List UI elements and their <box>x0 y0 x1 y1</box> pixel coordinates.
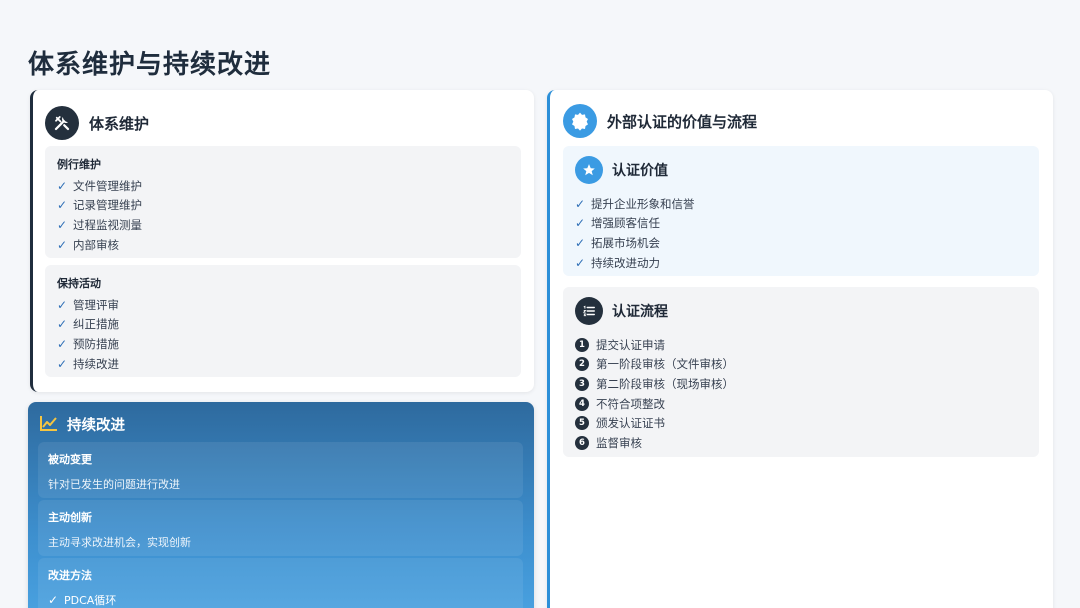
step-number: 5 <box>575 416 589 431</box>
badge-certificate-icon <box>563 104 597 138</box>
value-section: 认证价值 ✓ 提升企业形象和信誉 ✓ 增强顾客信任 ✓ 拓展市场机会 ✓ 持续改进动力 <box>563 146 1039 276</box>
process-step: 5 颁发认证证书 <box>575 413 1027 433</box>
certification-title: 外部认证的价值与流程 <box>607 112 758 131</box>
passive-block: 被动变更 针对已发生的问题进行改进 <box>38 442 523 498</box>
process-title: 认证流程 <box>612 304 668 320</box>
certification-header: 外部认证的价值与流程 <box>563 104 757 138</box>
process-step: 4 不符合项整改 <box>575 394 1027 414</box>
active-title: 主动创新 <box>48 511 92 524</box>
list-item: ✓ 纠正措施 <box>57 317 119 332</box>
step-number: 6 <box>575 435 589 450</box>
check-icon: ✓ <box>57 356 68 371</box>
maintenance-header: 体系维护 <box>45 106 149 140</box>
check-icon: ✓ <box>575 255 586 270</box>
process-step: 3 第二阶段审核（现场审核） <box>575 374 1027 394</box>
maintenance-title: 体系维护 <box>89 114 150 133</box>
check-icon: ✓ <box>57 217 68 232</box>
keeping-title: 保持活动 <box>57 277 101 290</box>
process-step: 1 提交认证申请 <box>575 335 1027 355</box>
step-number: 4 <box>575 396 589 411</box>
value-title: 认证价值 <box>612 163 668 179</box>
check-icon: ✓ <box>575 235 586 250</box>
process-section: 认证流程 1 提交认证申请 2 第一阶段审核（文件审核） 3 第二阶段审核（现场审核）… <box>563 287 1039 457</box>
improvement-card: 持续改进 被动变更 针对已发生的问题进行改进 主动创新 主动寻求改进机会，实现创… <box>28 402 534 608</box>
passive-title: 被动变更 <box>48 453 92 466</box>
list-item: ✓ 记录管理维护 <box>57 198 142 213</box>
active-block: 主动创新 主动寻求改进机会，实现创新 <box>38 500 523 556</box>
active-text: 主动寻求改进机会，实现创新 <box>48 536 191 549</box>
step-number: 2 <box>575 357 589 372</box>
list-ordered-icon <box>575 297 603 325</box>
page-title: 体系维护与持续改进 <box>28 50 272 80</box>
list-item: ✓ 管理评审 <box>57 297 119 312</box>
routine-section: 例行维护 ✓ 文件管理维护 ✓ 记录管理维护 ✓ 过程监视测量 ✓ 内部审核 <box>45 146 521 258</box>
list-item: ✓ 预防措施 <box>57 336 119 351</box>
improvement-title: 持续改进 <box>67 418 125 434</box>
list-item: ✓ PDCA循环 <box>48 593 117 607</box>
check-icon: ✓ <box>57 198 68 213</box>
list-item: ✓ 增强顾客信任 <box>575 216 660 231</box>
star-icon <box>575 156 603 184</box>
step-number: 1 <box>575 337 589 352</box>
check-icon: ✓ <box>57 317 68 332</box>
check-icon: ✓ <box>575 216 586 231</box>
check-icon: ✓ <box>575 196 586 211</box>
list-item: ✓ 持续改进动力 <box>575 255 660 270</box>
list-item: ✓ 过程监视测量 <box>57 217 142 232</box>
line-chart-icon <box>40 415 58 435</box>
check-icon: ✓ <box>48 593 59 607</box>
list-item: ✓ 持续改进 <box>57 356 119 371</box>
keeping-section: 保持活动 ✓ 管理评审 ✓ 纠正措施 ✓ 预防措施 ✓ 持续改进 <box>45 265 521 377</box>
step-number: 3 <box>575 376 589 391</box>
passive-text: 针对已发生的问题进行改进 <box>48 478 180 491</box>
process-step: 6 监督审核 <box>575 433 1027 453</box>
list-item: ✓ 拓展市场机会 <box>575 235 660 250</box>
certification-card: 外部认证的价值与流程 认证价值 ✓ 提升企业形象和信誉 ✓ 增强顾客信任 ✓ 拓展市场… <box>547 90 1053 608</box>
check-icon: ✓ <box>57 297 68 312</box>
methods-title: 改进方法 <box>48 569 92 582</box>
tools-icon <box>45 106 79 140</box>
check-icon: ✓ <box>57 178 68 193</box>
list-item: ✓ 文件管理维护 <box>57 178 142 193</box>
improvement-header: 持续改进 <box>40 414 125 435</box>
routine-title: 例行维护 <box>57 158 101 171</box>
methods-block: 改进方法 ✓ PDCA循环 <box>38 558 523 608</box>
list-item: ✓ 内部审核 <box>57 237 119 252</box>
list-item: ✓ 提升企业形象和信誉 <box>575 196 695 211</box>
check-icon: ✓ <box>57 237 68 252</box>
check-icon: ✓ <box>57 336 68 351</box>
process-step: 2 第一阶段审核（文件审核） <box>575 355 1027 375</box>
value-header: 认证价值 <box>575 156 1027 184</box>
process-header: 认证流程 <box>575 297 1027 325</box>
maintenance-card: 体系维护 例行维护 ✓ 文件管理维护 ✓ 记录管理维护 ✓ 过程监视测量 ✓ 内部审核 … <box>30 90 534 392</box>
